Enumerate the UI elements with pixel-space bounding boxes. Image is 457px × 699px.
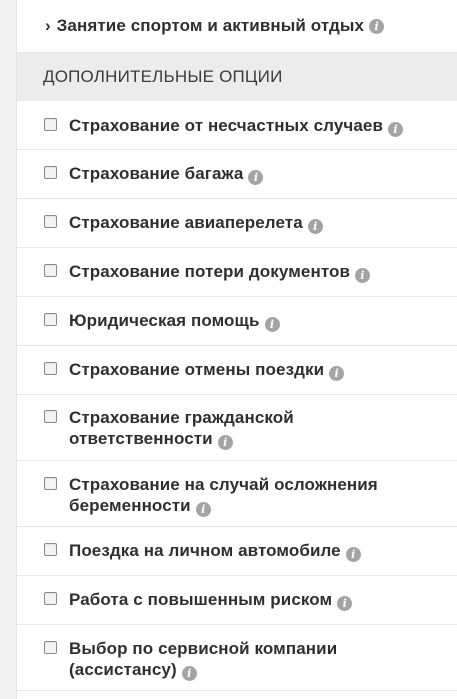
option-label: Страхование багажа <box>69 164 244 183</box>
options-panel: › Занятие спортом и активный отдых i ДОП… <box>17 0 457 699</box>
left-strip <box>0 0 17 699</box>
option-label: Страхование от несчастных случаев <box>69 116 384 135</box>
option-label: Страхование гражданской ответственности <box>69 408 294 448</box>
option-checkbox[interactable] <box>44 118 57 131</box>
option-checkbox[interactable] <box>44 592 57 605</box>
info-icon[interactable]: i <box>248 170 264 185</box>
info-icon[interactable]: i <box>355 268 371 283</box>
option-label: Страхование отмены поездки <box>69 360 325 379</box>
option-checkbox[interactable] <box>44 362 57 375</box>
option-label: Страхование на случай осложнения беремен… <box>69 475 378 515</box>
sport-activity-row[interactable]: › Занятие спортом и активный отдых i <box>17 0 457 53</box>
option-checkbox[interactable] <box>44 166 57 179</box>
option-label: Страхование авиаперелета <box>69 213 303 232</box>
option-label: Юридическая помощь <box>69 311 260 330</box>
bottom-divider <box>17 690 457 691</box>
option-civil-liability-insurance[interactable]: Страхование гражданской ответственности i <box>17 395 457 461</box>
option-accident-insurance[interactable]: Страхование от несчастных случаев i <box>17 101 457 150</box>
info-icon[interactable]: i <box>264 317 280 332</box>
option-checkbox[interactable] <box>44 543 57 556</box>
info-icon[interactable]: i <box>345 547 361 562</box>
option-legal-assistance[interactable]: Юридическая помощь i <box>17 297 457 346</box>
additional-options-header: ДОПОЛНИТЕЛЬНЫЕ ОПЦИИ <box>17 53 457 101</box>
option-checkbox[interactable] <box>44 215 57 228</box>
option-checkbox[interactable] <box>44 641 57 654</box>
option-trip-cancellation-insurance[interactable]: Страхование отмены поездки i <box>17 346 457 395</box>
option-label: Поездка на личном автомобиле <box>69 541 341 560</box>
sport-activity-label: Занятие спортом и активный отдых <box>56 16 365 35</box>
info-icon[interactable]: i <box>369 18 385 34</box>
option-checkbox[interactable] <box>44 313 57 326</box>
chevron-right-icon: › <box>45 16 51 35</box>
option-documents-loss-insurance[interactable]: Страхование потери документов i <box>17 248 457 297</box>
option-label: Работа с повышенным риском <box>69 590 333 609</box>
option-label: Страхование потери документов <box>69 262 351 281</box>
info-icon[interactable]: i <box>329 366 345 381</box>
option-checkbox[interactable] <box>44 477 57 490</box>
option-private-car-trip[interactable]: Поездка на личном автомобиле i <box>17 527 457 576</box>
option-baggage-insurance[interactable]: Страхование багажа i <box>17 150 457 199</box>
option-pregnancy-complications-insurance[interactable]: Страхование на случай осложнения беремен… <box>17 461 457 527</box>
info-icon[interactable]: i <box>181 666 197 681</box>
option-checkbox[interactable] <box>44 410 57 423</box>
info-icon[interactable]: i <box>307 219 323 234</box>
option-checkbox[interactable] <box>44 264 57 277</box>
info-icon[interactable]: i <box>337 596 353 611</box>
info-icon[interactable]: i <box>217 435 233 450</box>
option-label: Выбор по сервисной компании (ассистансу) <box>69 639 338 679</box>
option-flight-insurance[interactable]: Страхование авиаперелета i <box>17 199 457 248</box>
option-assistance-company-choice[interactable]: Выбор по сервисной компании (ассистансу)… <box>17 625 457 690</box>
option-high-risk-work[interactable]: Работа с повышенным риском i <box>17 576 457 625</box>
info-icon[interactable]: i <box>195 502 211 517</box>
info-icon[interactable]: i <box>388 122 404 137</box>
